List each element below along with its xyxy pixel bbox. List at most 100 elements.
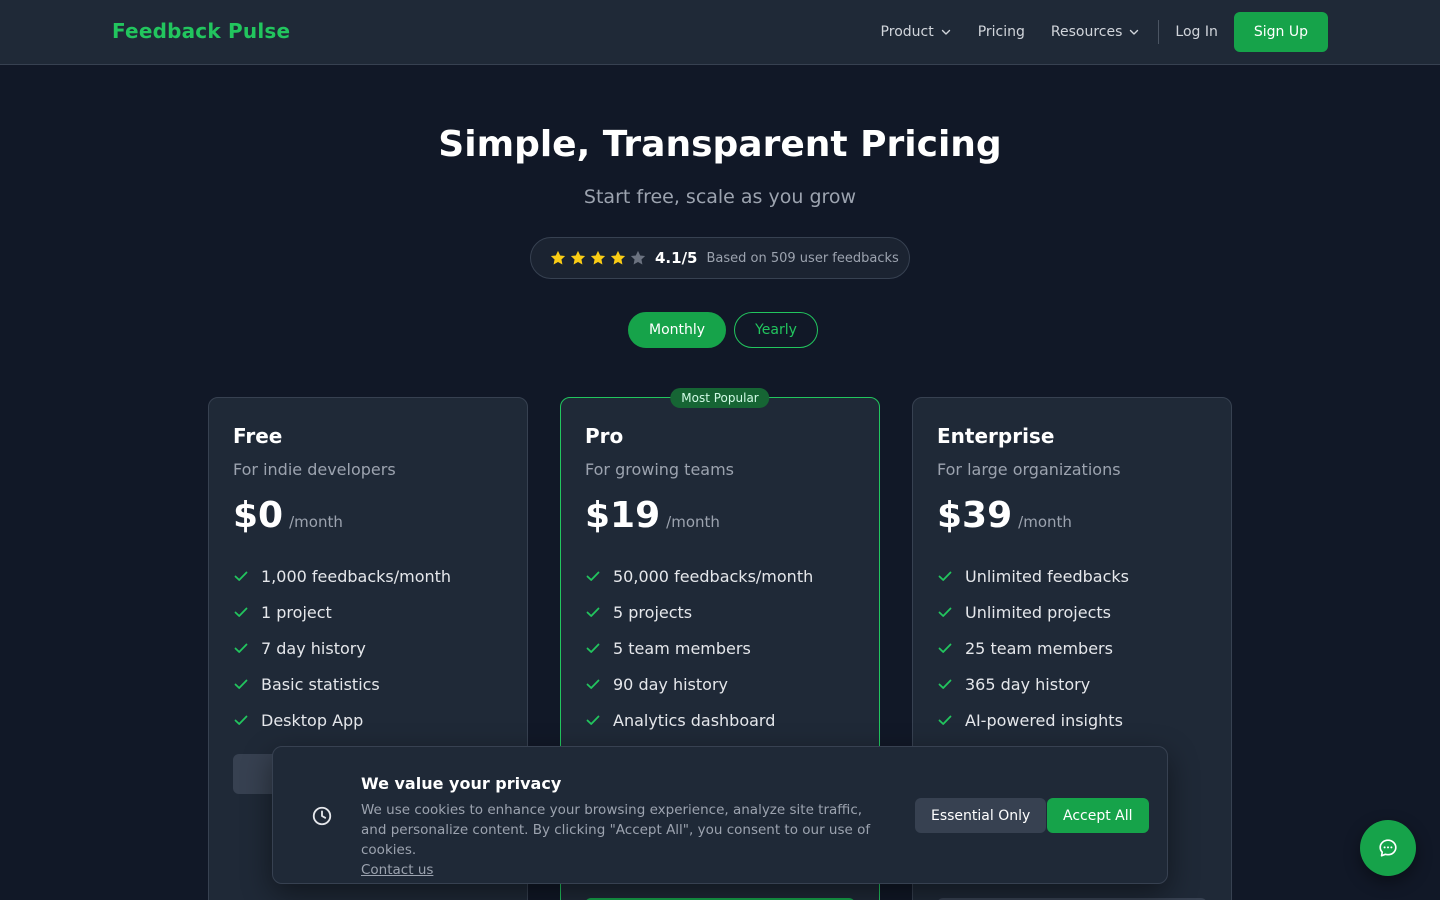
check-icon xyxy=(938,679,952,689)
nav-product[interactable]: Product xyxy=(881,24,952,40)
feature-item: 90 day history xyxy=(585,666,855,702)
chat-bubble-icon xyxy=(1379,839,1397,857)
cookie-description: We use cookies to enhance your browsing … xyxy=(361,800,891,880)
plan-price: $39 xyxy=(937,495,1013,536)
feature-list: 50,000 feedbacks/month 5 projects 5 team… xyxy=(585,558,855,738)
check-icon xyxy=(234,679,248,689)
cookie-title: We value your privacy xyxy=(361,774,562,793)
check-icon xyxy=(938,715,952,725)
star-icon xyxy=(610,250,626,265)
feature-text: 5 team members xyxy=(613,638,751,658)
signup-button[interactable]: Sign Up xyxy=(1233,12,1328,52)
nav-product-label: Product xyxy=(880,24,934,40)
feature-text: 365 day history xyxy=(965,674,1091,694)
check-icon xyxy=(938,607,952,617)
feature-item: 365 day history xyxy=(937,666,1207,702)
check-icon xyxy=(234,643,248,653)
billing-yearly-button[interactable]: Yearly xyxy=(734,312,818,348)
feature-item: 5 projects xyxy=(585,594,855,630)
plan-period: /month xyxy=(289,513,343,531)
feature-item: Analytics dashboard xyxy=(585,702,855,738)
nav-resources-label: Resources xyxy=(1050,24,1123,40)
popular-badge: Most Popular xyxy=(670,388,770,408)
feature-item: 1 project xyxy=(233,594,503,630)
feature-item: Basic statistics xyxy=(233,666,503,702)
star-icon xyxy=(590,250,606,265)
feature-list: Unlimited feedbacks Unlimited projects 2… xyxy=(937,558,1207,738)
nav-pricing-label: Pricing xyxy=(977,24,1025,40)
feature-text: Analytics dashboard xyxy=(613,710,776,730)
plan-description: For indie developers xyxy=(233,460,396,479)
login-link[interactable]: Log In xyxy=(1175,24,1217,40)
feature-text: 1,000 feedbacks/month xyxy=(261,566,452,586)
page-title: Simple, Transparent Pricing xyxy=(438,124,1002,165)
nav-resources[interactable]: Resources xyxy=(1051,24,1141,40)
check-icon xyxy=(586,643,600,653)
feature-text: Unlimited feedbacks xyxy=(965,566,1129,586)
clock-icon xyxy=(312,806,332,826)
brand-logo[interactable]: Feedback Pulse xyxy=(112,19,290,43)
main-nav: Product Pricing Resources Log In Sign Up xyxy=(881,12,1328,52)
feature-item: 5 team members xyxy=(585,630,855,666)
plan-name: Free xyxy=(233,424,283,448)
accept-all-button[interactable]: Accept All xyxy=(1047,798,1149,833)
plan-period: /month xyxy=(1018,513,1072,531)
chevron-down-icon xyxy=(941,29,950,35)
feature-list: 1,000 feedbacks/month 1 project 7 day hi… xyxy=(233,558,503,738)
chevron-down-icon xyxy=(1130,29,1139,35)
star-icon xyxy=(550,250,566,265)
check-icon xyxy=(234,715,248,725)
feature-text: 50,000 feedbacks/month xyxy=(613,566,814,586)
plan-name: Pro xyxy=(585,424,624,448)
rating-summary: 4.1/5 Based on 509 user feedbacks xyxy=(530,237,910,279)
billing-monthly-button[interactable]: Monthly xyxy=(628,312,727,348)
cookie-contact-link[interactable]: Contact us xyxy=(361,862,433,878)
plan-price: $19 xyxy=(585,495,661,536)
feature-item: 25 team members xyxy=(937,630,1207,666)
feature-text: Basic statistics xyxy=(261,674,380,694)
plan-description: For growing teams xyxy=(585,460,735,479)
plan-description: For large organizations xyxy=(937,460,1121,479)
check-icon xyxy=(938,571,952,581)
feature-text: 25 team members xyxy=(965,638,1113,658)
plan-price: $0 xyxy=(233,495,284,536)
plan-price-row: $0 /month xyxy=(233,495,503,536)
plan-name: Enterprise xyxy=(937,424,1055,448)
star-empty-icon xyxy=(630,250,646,265)
site-header: Feedback Pulse Product Pricing Resources… xyxy=(0,0,1440,65)
chat-button[interactable] xyxy=(1360,820,1416,876)
plan-price-row: $19 /month xyxy=(585,495,855,536)
rating-count: Based on 509 user feedbacks xyxy=(706,250,899,266)
check-icon xyxy=(234,571,248,581)
feature-text: Unlimited projects xyxy=(965,602,1111,622)
feature-text: AI-powered insights xyxy=(965,710,1123,730)
essential-only-button[interactable]: Essential Only xyxy=(915,798,1047,833)
cookie-consent-banner: We value your privacy We use cookies to … xyxy=(272,746,1168,884)
cookie-text: We use cookies to enhance your browsing … xyxy=(361,802,871,858)
feature-text: 7 day history xyxy=(261,638,366,658)
feature-item: 1,000 feedbacks/month xyxy=(233,558,503,594)
feature-text: 90 day history xyxy=(613,674,728,694)
billing-toggle: Monthly Yearly xyxy=(628,312,818,348)
feature-item: Unlimited feedbacks xyxy=(937,558,1207,594)
nav-divider xyxy=(1158,20,1160,44)
page-subtitle: Start free, scale as you grow xyxy=(583,186,857,208)
check-icon xyxy=(586,679,600,689)
feature-text: 1 project xyxy=(261,602,332,622)
check-icon xyxy=(234,607,248,617)
feature-text: 5 projects xyxy=(613,602,693,622)
feature-item: 7 day history xyxy=(233,630,503,666)
feature-item: Unlimited projects xyxy=(937,594,1207,630)
star-icon xyxy=(570,250,586,265)
feature-text: Desktop App xyxy=(261,710,364,730)
feature-item: AI-powered insights xyxy=(937,702,1207,738)
check-icon xyxy=(586,715,600,725)
check-icon xyxy=(586,571,600,581)
rating-score: 4.1/5 xyxy=(655,249,698,267)
nav-pricing[interactable]: Pricing xyxy=(978,24,1025,40)
plan-period: /month xyxy=(666,513,720,531)
check-icon xyxy=(938,643,952,653)
check-icon xyxy=(586,607,600,617)
plan-price-row: $39 /month xyxy=(937,495,1207,536)
feature-item: 50,000 feedbacks/month xyxy=(585,558,855,594)
